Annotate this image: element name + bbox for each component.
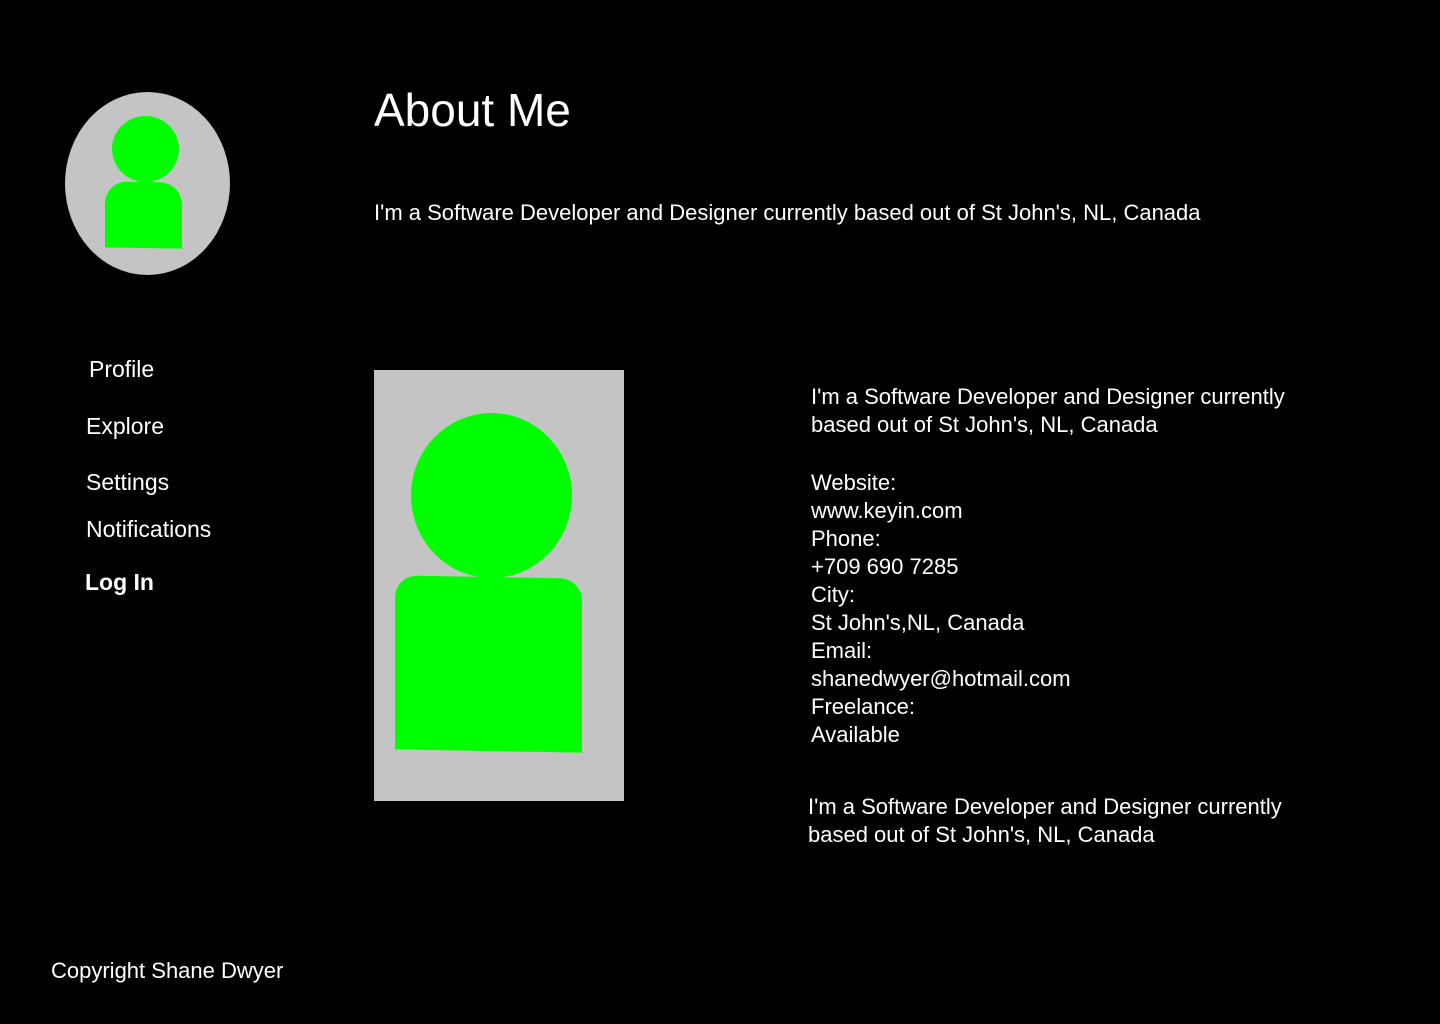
sidebar-item-explore[interactable]: Explore: [86, 412, 164, 440]
details-summary-line-1: I'm a Software Developer and Designer cu…: [811, 384, 1285, 409]
phone-label: Phone:: [811, 526, 881, 551]
avatar[interactable]: [65, 92, 230, 275]
freelance-label: Freelance:: [811, 694, 915, 719]
email-label: Email:: [811, 638, 873, 663]
copyright-text: Copyright Shane Dwyer: [51, 958, 284, 983]
intro-text: I'm a Software Developer and Designer cu…: [374, 200, 1201, 225]
phone-value: +709 690 7285: [811, 554, 959, 579]
website-label: Website:: [811, 470, 897, 495]
photo-head-shape: [411, 413, 572, 578]
sidebar-item-profile[interactable]: Profile: [89, 355, 154, 383]
freelance-value: Available: [811, 722, 900, 747]
sidebar-item-settings[interactable]: Settings: [86, 468, 169, 496]
avatar-head-shape: [112, 116, 179, 182]
page-title: About Me: [374, 84, 571, 136]
details-panel: I'm a Software Developer and Designer cu…: [811, 383, 1371, 749]
login-link[interactable]: Log In: [85, 568, 154, 596]
email-value[interactable]: shanedwyer@hotmail.com: [811, 665, 1371, 693]
outro-line-1: I'm a Software Developer and Designer cu…: [808, 794, 1282, 819]
outro-line-2: based out of St John's, NL, Canada: [808, 822, 1155, 847]
website-value[interactable]: www.keyin.com: [811, 497, 1371, 525]
details-summary-line-2: based out of St John's, NL, Canada: [811, 412, 1158, 437]
profile-photo: [374, 370, 624, 801]
city-label: City:: [811, 582, 855, 607]
avatar-body-shape: [105, 181, 182, 249]
outro-text: I'm a Software Developer and Designer cu…: [808, 793, 1368, 849]
photo-body-shape: [395, 575, 582, 753]
city-value: St John's,NL, Canada: [811, 610, 1025, 635]
sidebar-item-notifications[interactable]: Notifications: [86, 515, 211, 543]
